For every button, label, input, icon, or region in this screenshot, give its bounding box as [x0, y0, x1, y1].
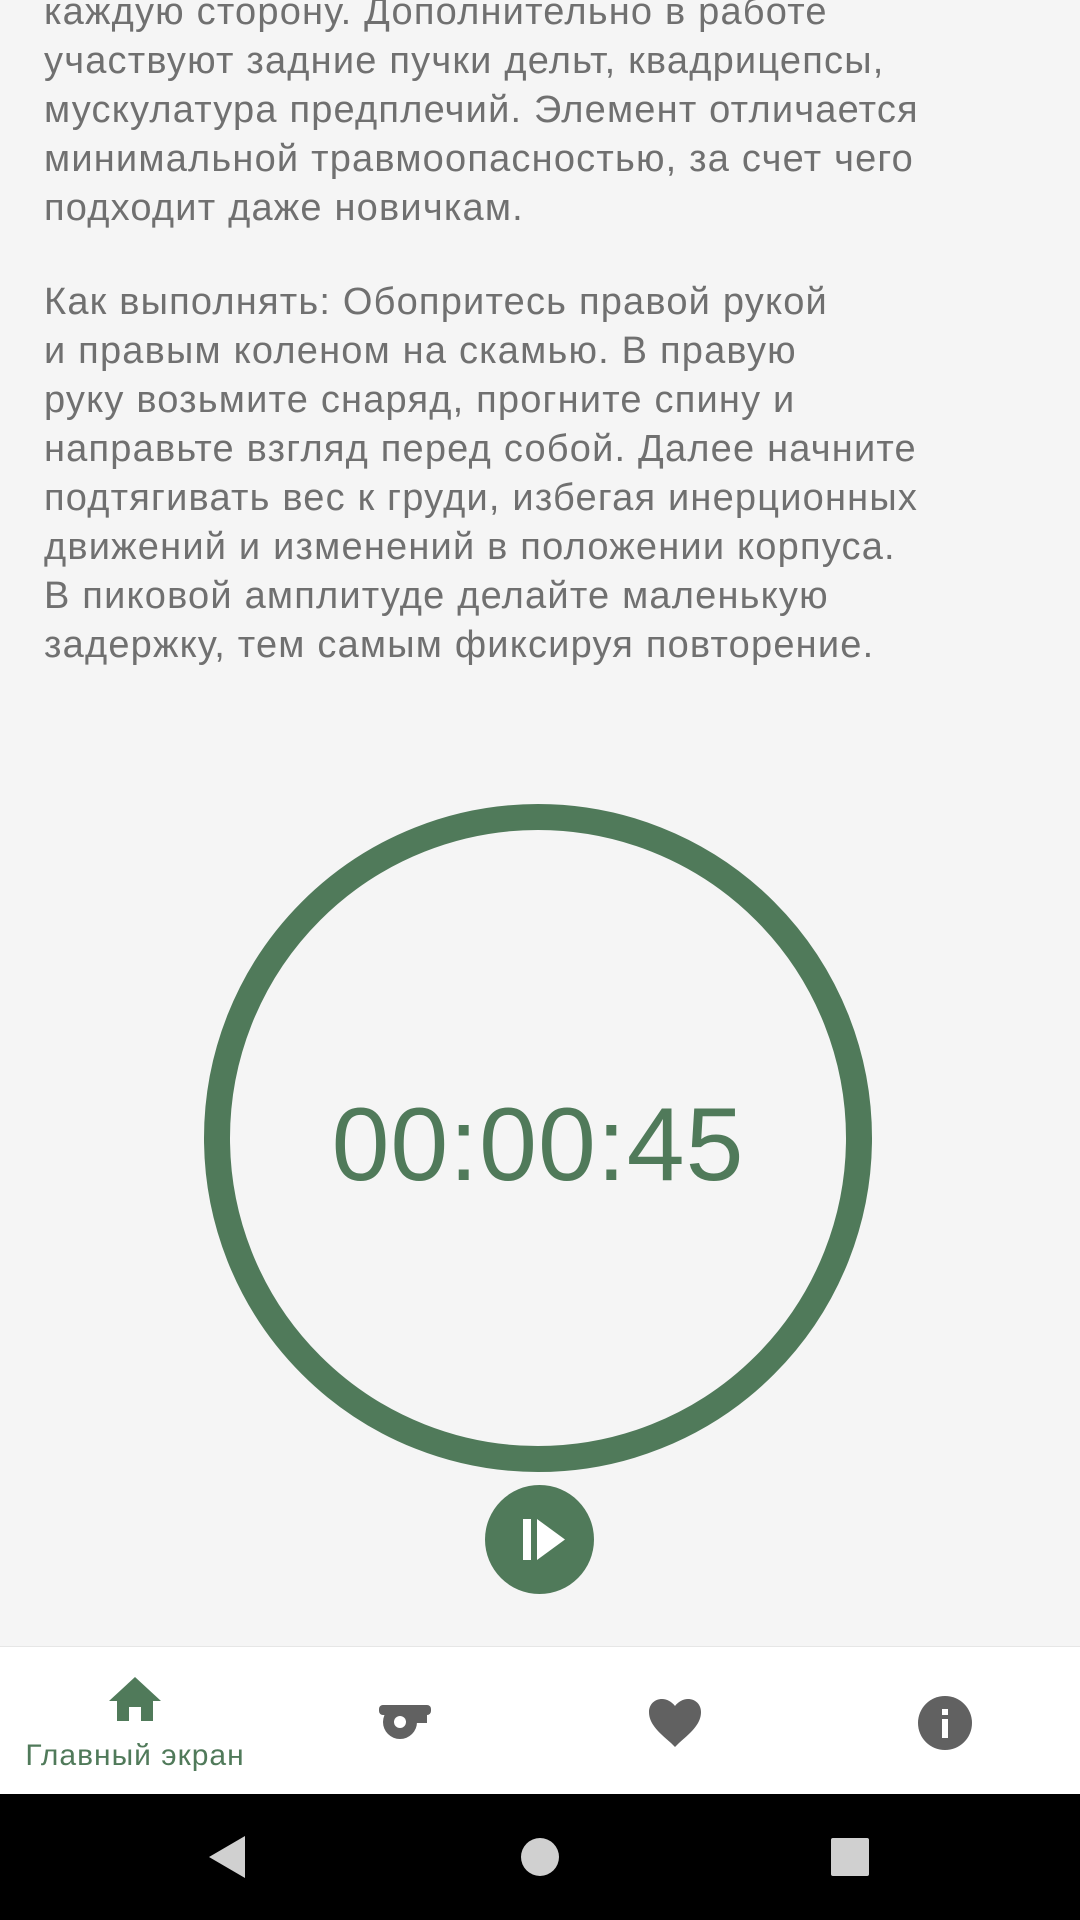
- system-navigation-bar: [0, 1794, 1080, 1920]
- instruction-line: В пиковой амплитуде делайте маленькую: [44, 575, 829, 617]
- instruction-line: направьте взгляд перед собой. Далее начн…: [44, 428, 917, 470]
- instruction-line: руку возьмите снаряд, прогните спину и: [44, 379, 796, 421]
- nav-item-whistle[interactable]: [270, 1647, 540, 1795]
- info-icon: [918, 1696, 972, 1750]
- recents-icon: [831, 1838, 869, 1876]
- play-pause-button[interactable]: [485, 1485, 594, 1594]
- play-pause-icon: [523, 1519, 565, 1560]
- system-back-button[interactable]: [165, 1794, 285, 1920]
- whistle-icon: [379, 1705, 431, 1739]
- exercise-content[interactable]: каждую сторону. Дополнительно в работе у…: [0, 0, 1080, 1646]
- back-icon: [209, 1836, 245, 1878]
- description-line: мускулатура предплечий. Элемент отличает…: [44, 89, 919, 131]
- description-line: подходит даже новичкам.: [44, 187, 524, 229]
- instruction-line: Как выполнять: Обопритесь правой рукой: [44, 281, 828, 323]
- instruction-line: движений и изменений в положении корпуса…: [44, 526, 896, 568]
- instruction-line: подтягивать вес к груди, избегая инерцио…: [44, 477, 919, 519]
- instruction-line: и правым коленом на скамью. В правую: [44, 330, 797, 372]
- heart-icon: [649, 1699, 701, 1747]
- description-line: каждую сторону. Дополнительно в работе: [44, 0, 828, 33]
- description-line: участвуют задние пучки дельт, квадрицепс…: [44, 40, 885, 82]
- exercise-description: каждую сторону. Дополнительно в работе у…: [44, 0, 1044, 233]
- home-circle-icon: [521, 1838, 559, 1876]
- system-recents-button[interactable]: [790, 1794, 910, 1920]
- nav-item-info[interactable]: [810, 1647, 1080, 1795]
- bottom-navigation: Главный экран: [0, 1646, 1080, 1795]
- instruction-line: задержку, тем самым фиксируя повторение.: [44, 624, 875, 666]
- nav-item-home[interactable]: Главный экран: [0, 1647, 270, 1795]
- home-icon: [109, 1677, 161, 1721]
- exercise-instructions: Как выполнять: Обопритесь правой рукой и…: [44, 278, 1044, 670]
- system-home-button[interactable]: [480, 1794, 600, 1920]
- nav-item-favorites[interactable]: [540, 1647, 810, 1795]
- exercise-screen: каждую сторону. Дополнительно в работе у…: [0, 0, 1080, 1920]
- description-line: минимальной травмоопасностью, за счет че…: [44, 138, 914, 180]
- nav-label-home: Главный экран: [25, 1739, 245, 1772]
- timer-display: 00:00:45: [331, 1087, 745, 1203]
